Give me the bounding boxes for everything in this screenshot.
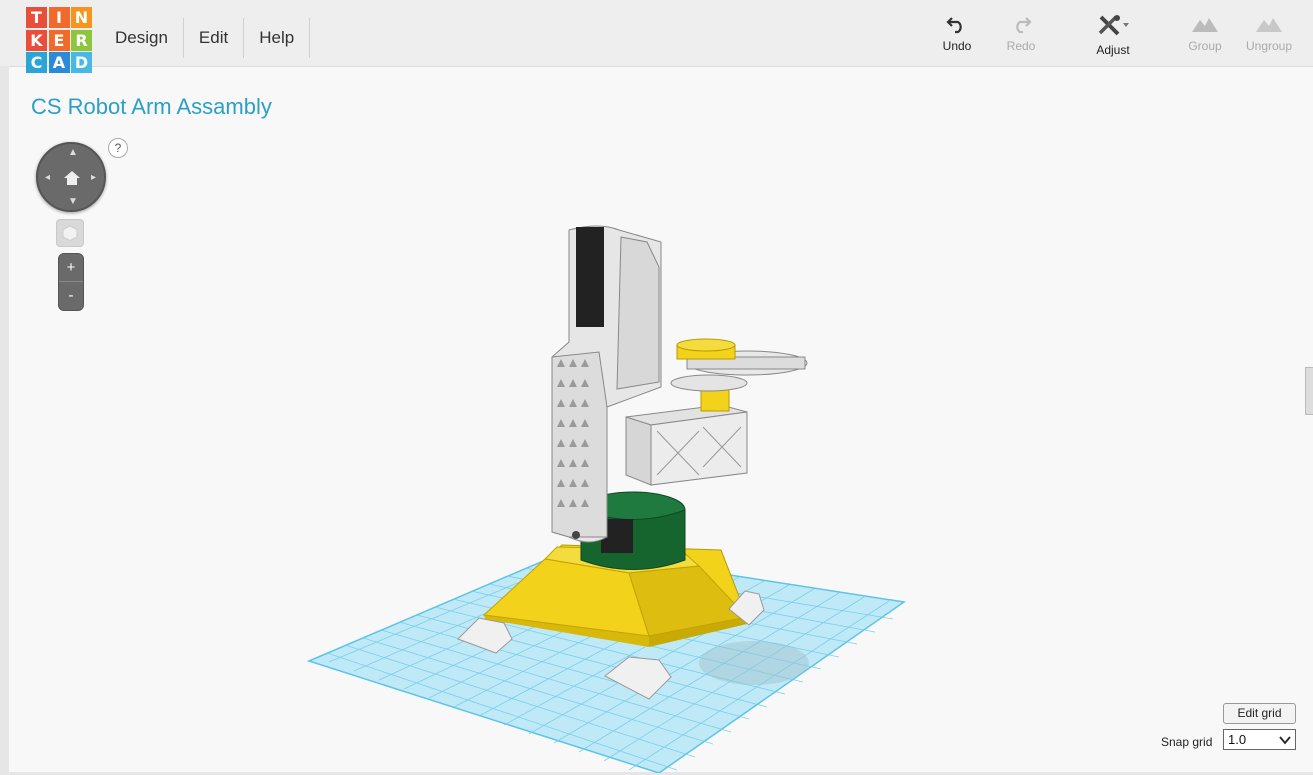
shapes-panel-toggle[interactable]: [1305, 367, 1313, 415]
logo-letter: E: [48, 29, 70, 51]
logo-letter: I: [48, 7, 70, 28]
workplane-canvas[interactable]: CS Robot Arm Assambly ? ▲ ▼ ◂ ▸ + - Edit…: [9, 66, 1313, 773]
logo-letter: R: [71, 29, 92, 51]
gear-assembly[interactable]: [670, 338, 808, 412]
cube-icon: [62, 225, 78, 242]
menu-help[interactable]: Help: [244, 18, 311, 58]
view-navigator[interactable]: ▲ ▼ ◂ ▸: [36, 142, 106, 212]
redo-button[interactable]: Redo: [991, 14, 1051, 53]
zoom-control: + -: [58, 253, 84, 311]
zoom-out-button[interactable]: -: [59, 282, 83, 310]
snap-grid-label: Snap grid: [1161, 735, 1213, 749]
arm-servo: [576, 227, 604, 327]
top-toolbar: T I N K E R C A D Design Edit Help Undo: [0, 0, 1313, 73]
undo-label: Undo: [942, 39, 972, 53]
pan-left-arrow-icon[interactable]: ◂: [45, 172, 50, 183]
logo-letter: D: [71, 52, 92, 73]
logo-letter: A: [48, 52, 70, 73]
help-button[interactable]: ?: [108, 138, 128, 158]
model-shadow: [699, 641, 809, 685]
pan-down-arrow-icon[interactable]: ▼: [68, 196, 78, 207]
menu-edit[interactable]: Edit: [184, 18, 245, 58]
edit-grid-button[interactable]: Edit grid: [1223, 703, 1296, 724]
undo-icon: [946, 17, 962, 34]
logo-letter: C: [26, 52, 47, 73]
group-icon: [1192, 18, 1218, 32]
tinkercad-logo[interactable]: T I N K E R C A D: [26, 7, 92, 73]
ungroup-icon: [1256, 18, 1282, 32]
project-title[interactable]: CS Robot Arm Assambly: [31, 94, 272, 120]
group-label: Group: [1188, 39, 1222, 53]
menu-design[interactable]: Design: [100, 18, 184, 58]
chevron-down-icon: [1279, 736, 1291, 745]
tinkercad-app: T I N K E R C A D Design Edit Help Undo: [0, 0, 1313, 775]
logo-letter: K: [26, 29, 47, 51]
adjust-tools-icon: [1098, 15, 1129, 36]
home-view-icon[interactable]: [62, 168, 82, 188]
gripper-cage[interactable]: [625, 404, 748, 486]
snap-grid-value: 1.0: [1228, 732, 1247, 747]
logo-letter: N: [71, 7, 92, 28]
ungroup-button[interactable]: Ungroup: [1239, 14, 1299, 53]
pan-up-arrow-icon[interactable]: ▲: [68, 147, 78, 158]
redo-label: Redo: [1006, 39, 1036, 53]
undo-button[interactable]: Undo: [927, 14, 987, 53]
adjust-button[interactable]: Adjust: [1083, 14, 1143, 57]
group-button[interactable]: Group: [1175, 14, 1235, 53]
adjust-label: Adjust: [1096, 43, 1130, 57]
view-cube-button[interactable]: [56, 219, 84, 247]
ungroup-label: Ungroup: [1245, 39, 1293, 53]
3d-scene[interactable]: [9, 67, 1313, 773]
logo-letter: T: [26, 7, 47, 28]
pan-right-arrow-icon[interactable]: ▸: [91, 172, 96, 183]
snap-grid-select[interactable]: 1.0: [1223, 729, 1296, 750]
redo-icon: [1016, 17, 1032, 34]
main-menu: Design Edit Help: [100, 18, 311, 58]
zoom-in-button[interactable]: +: [59, 254, 83, 282]
